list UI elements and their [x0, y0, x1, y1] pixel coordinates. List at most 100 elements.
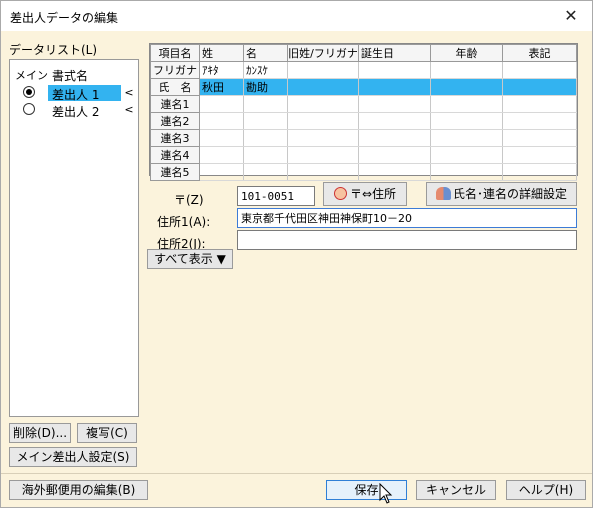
birthday-cell[interactable] — [358, 78, 431, 96]
birthday-cell[interactable] — [358, 163, 431, 181]
table-row[interactable]: 連名3 — [150, 129, 577, 147]
surname-cell[interactable]: 秋田 — [199, 78, 244, 96]
arrow-left-icon[interactable]: < — [122, 102, 136, 118]
former-name-cell[interactable] — [287, 78, 359, 96]
detail-settings-button[interactable]: 氏名･連名の詳細設定 — [426, 182, 577, 206]
former-name-cell[interactable] — [287, 129, 359, 147]
given-name-cell[interactable] — [243, 163, 288, 181]
given-name-cell[interactable]: 勘助 — [243, 78, 288, 96]
footer-divider — [1, 473, 592, 474]
surname-cell[interactable] — [199, 163, 244, 181]
grid-header-cell: 誕生日 — [358, 44, 431, 62]
surname-cell[interactable] — [199, 129, 244, 147]
table-row[interactable]: 連名4 — [150, 146, 577, 164]
given-name-cell[interactable] — [243, 112, 288, 130]
mouse-cursor-icon — [379, 483, 393, 504]
row-label-cell: 連名2 — [150, 112, 200, 130]
row-label-cell: 連名1 — [150, 95, 200, 113]
birthday-cell[interactable] — [358, 112, 431, 130]
list-item[interactable]: 差出人 2 < — [10, 102, 138, 119]
dialog-window: 差出人データの編集 ✕ データリスト(L) メイン 書式名 差出人 1 < 差出… — [0, 0, 593, 508]
list-item[interactable]: 差出人 1 < — [10, 85, 138, 102]
surname-cell[interactable] — [199, 146, 244, 164]
help-button[interactable]: ヘルプ(H) — [506, 480, 586, 500]
list-item-name: 差出人 1 — [52, 88, 100, 102]
row-label-cell: 連名3 — [150, 129, 200, 147]
main-radio-1[interactable] — [23, 86, 35, 98]
age-cell[interactable] — [430, 112, 503, 130]
name-table: 項目名 姓 名 旧姓/フリガナ 誕生日 年齢 表記 フリガナ ｱｷﾀ ｶﾝｽｹ氏 名… — [150, 44, 577, 181]
surname-cell[interactable] — [199, 95, 244, 113]
grid-header-cell: 表記 — [502, 44, 577, 62]
grid-header-cell: 項目名 — [150, 44, 200, 62]
grid-header-cell: 年齢 — [430, 44, 503, 62]
birthday-cell[interactable] — [358, 61, 431, 79]
former-name-cell[interactable] — [287, 146, 359, 164]
age-cell[interactable] — [430, 163, 503, 181]
close-icon[interactable]: ✕ — [550, 1, 592, 31]
given-name-cell[interactable] — [243, 129, 288, 147]
age-cell[interactable] — [430, 61, 503, 79]
postal-address-button-label: 〒⇔住所 — [349, 187, 397, 201]
datalist-label: データリスト(L) — [9, 43, 98, 57]
window-title: 差出人データの編集 — [10, 11, 119, 25]
age-cell[interactable] — [430, 78, 503, 96]
postal-address-button[interactable]: 〒⇔住所 — [323, 182, 407, 206]
birthday-cell[interactable] — [358, 95, 431, 113]
address1-label: 住所1(A): — [157, 215, 211, 229]
arrow-left-icon[interactable]: < — [122, 85, 136, 101]
save-button[interactable]: 保存 — [326, 480, 407, 500]
grid-header-cell: 旧姓/フリガナ — [287, 44, 359, 62]
main-sender-settings-button[interactable]: メイン差出人設定(S) — [9, 447, 137, 467]
given-name-cell[interactable] — [243, 95, 288, 113]
notation-cell[interactable] — [502, 95, 577, 113]
surname-cell[interactable] — [199, 112, 244, 130]
former-name-cell[interactable] — [287, 163, 359, 181]
age-cell[interactable] — [430, 146, 503, 164]
former-name-cell[interactable] — [287, 61, 359, 79]
copy-button[interactable]: 複写(C) — [77, 423, 137, 443]
col-main-header: メイン — [15, 69, 48, 82]
address1-input[interactable] — [237, 208, 577, 228]
postal-input[interactable] — [237, 186, 315, 206]
given-name-cell[interactable] — [243, 146, 288, 164]
row-label-cell: 氏 名 — [150, 78, 200, 96]
surname-cell[interactable]: ｱｷﾀ — [199, 61, 244, 79]
postman-icon — [333, 187, 347, 200]
age-cell[interactable] — [430, 95, 503, 113]
notation-cell[interactable] — [502, 146, 577, 164]
detail-settings-button-label: 氏名･連名の詳細設定 — [452, 187, 567, 201]
grid-header-cell: 姓 — [199, 44, 244, 62]
former-name-cell[interactable] — [287, 95, 359, 113]
name-grid[interactable]: 項目名 姓 名 旧姓/フリガナ 誕生日 年齢 表記 フリガナ ｱｷﾀ ｶﾝｽｹ氏 名… — [149, 43, 578, 181]
table-row[interactable]: 連名5 — [150, 163, 577, 181]
main-radio-2[interactable] — [23, 103, 35, 115]
row-label-cell: フリガナ — [150, 61, 200, 79]
title-bar: 差出人データの編集 ✕ — [1, 1, 592, 31]
cancel-button[interactable]: キャンセル — [416, 480, 496, 500]
show-all-button[interactable]: すべて表示 ▼ — [147, 249, 233, 269]
birthday-cell[interactable] — [358, 146, 431, 164]
delete-button[interactable]: 削除(D)... — [9, 423, 71, 443]
row-label-cell: 連名5 — [150, 163, 200, 181]
address2-input[interactable] — [237, 230, 577, 250]
notation-cell[interactable] — [502, 78, 577, 96]
overseas-edit-button[interactable]: 海外郵便用の編集(B) — [9, 480, 148, 500]
grid-header-cell: 名 — [243, 44, 288, 62]
table-row[interactable]: 連名2 — [150, 112, 577, 130]
notation-cell[interactable] — [502, 61, 577, 79]
age-cell[interactable] — [430, 129, 503, 147]
notation-cell[interactable] — [502, 163, 577, 181]
notation-cell[interactable] — [502, 112, 577, 130]
given-name-cell[interactable]: ｶﾝｽｹ — [243, 61, 288, 79]
col-name-header: 書式名 — [52, 69, 89, 83]
notation-cell[interactable] — [502, 129, 577, 147]
table-row[interactable]: フリガナ ｱｷﾀ ｶﾝｽｹ — [150, 61, 577, 79]
former-name-cell[interactable] — [287, 112, 359, 130]
birthday-cell[interactable] — [358, 129, 431, 147]
people-icon — [435, 187, 451, 200]
row-label-cell: 連名4 — [150, 146, 200, 164]
table-row[interactable]: 氏 名秋田 勘助 — [150, 78, 577, 96]
table-row[interactable]: 連名1 — [150, 95, 577, 113]
postal-label: 〒(Z) — [174, 193, 204, 207]
